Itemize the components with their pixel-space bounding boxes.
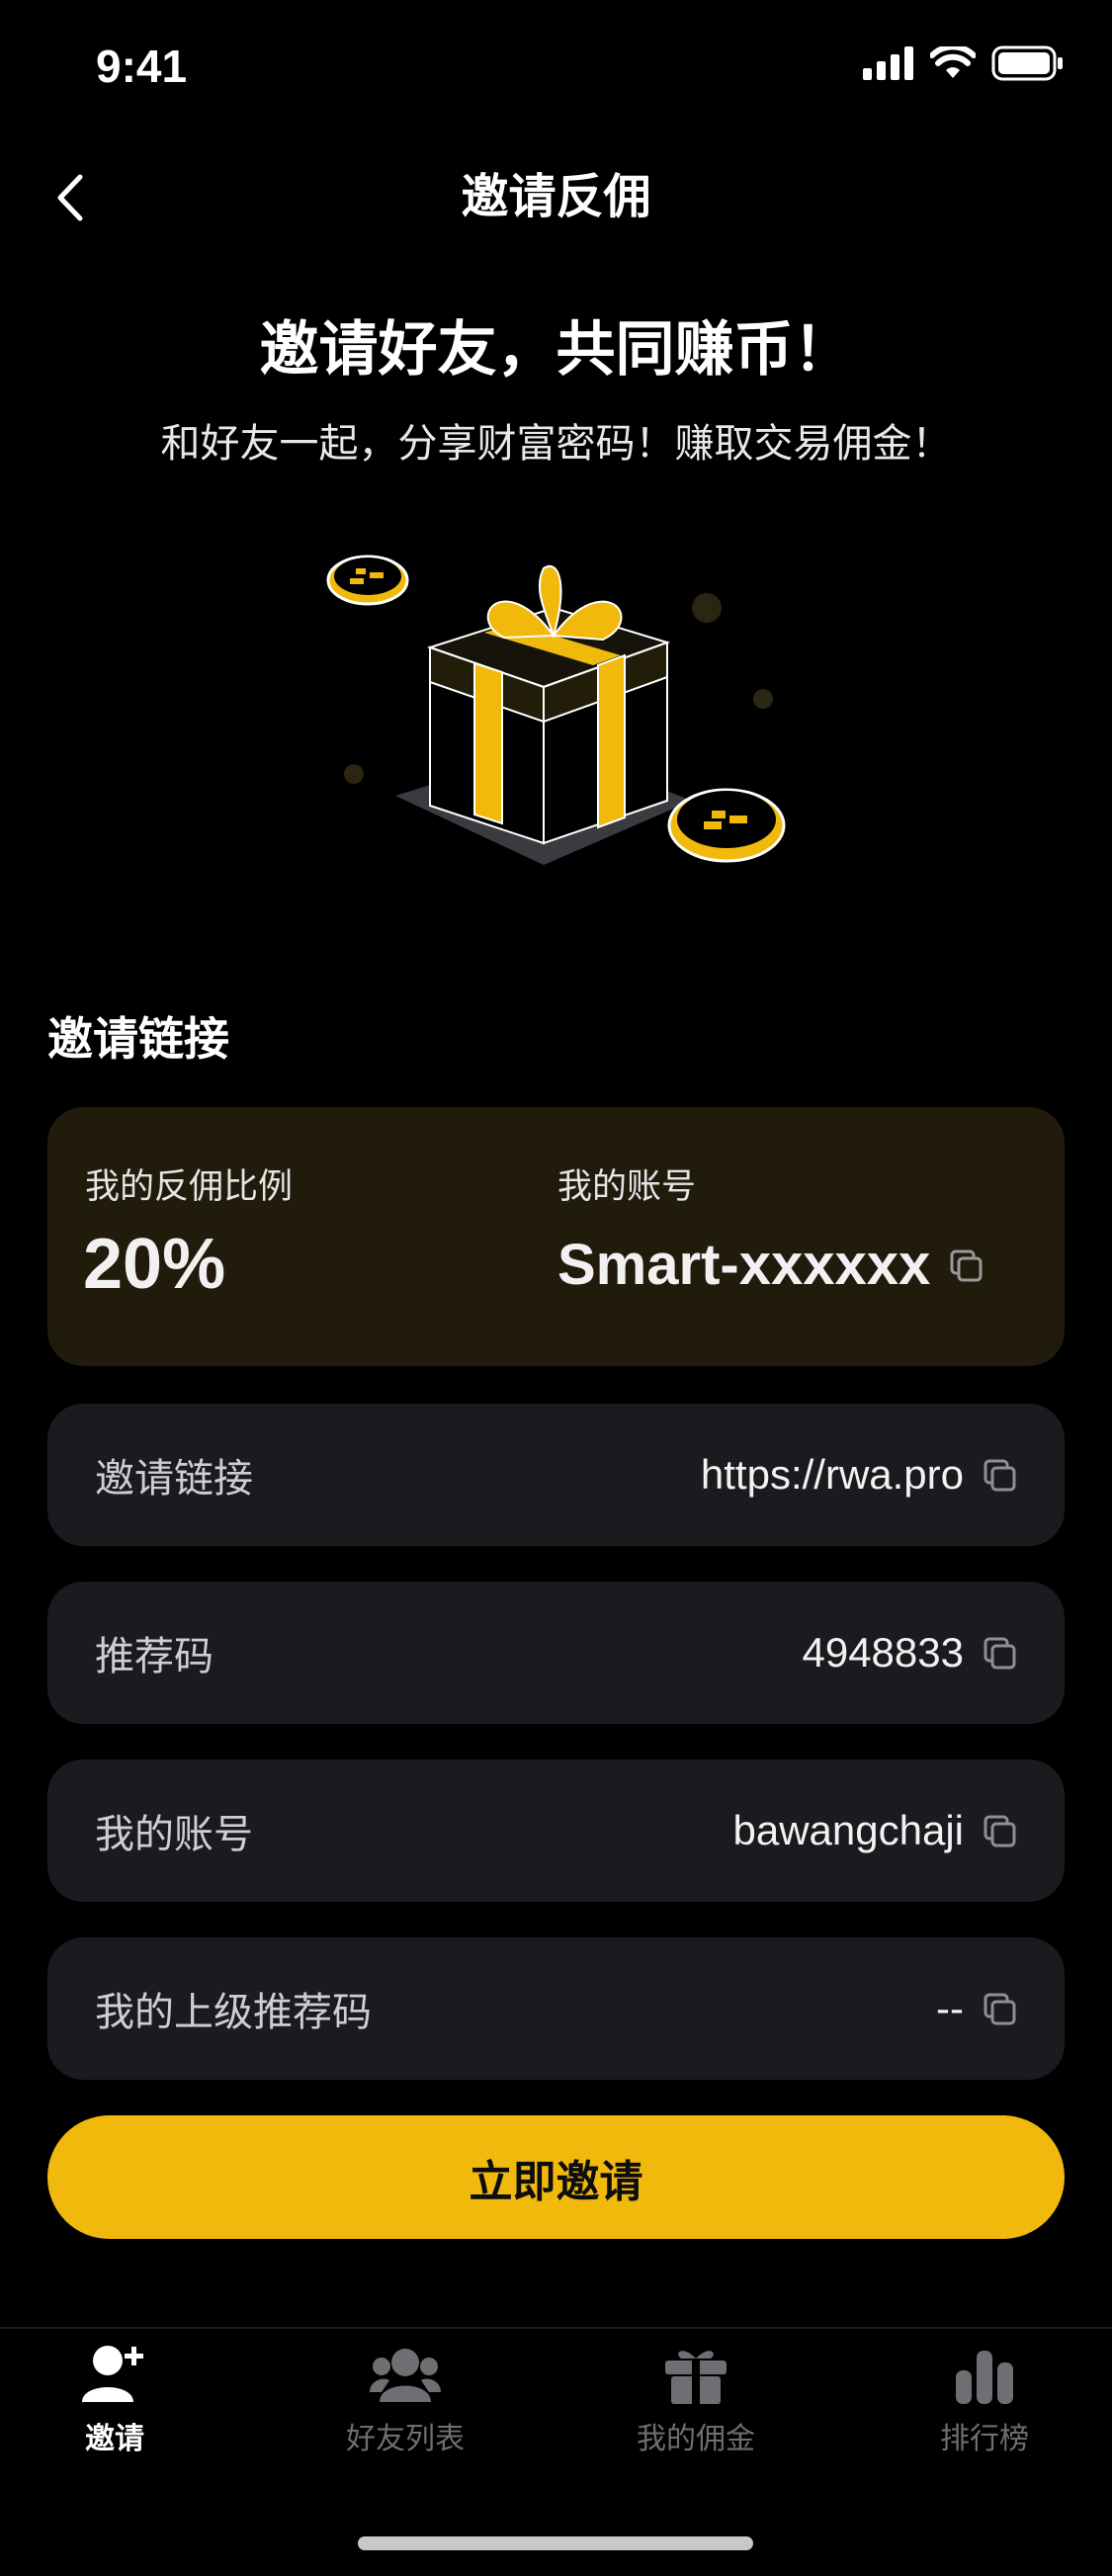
summary-card: 我的反佣比例 20% 我的账号 Smart-xxxxxx [47, 1107, 1065, 1366]
tab-invite[interactable]: 邀请 [16, 2343, 214, 2457]
bar-chart-icon [956, 2351, 1013, 2404]
account-label: 我的账号 [557, 1167, 697, 1206]
hero-headline: 邀请好友，共同赚币！ [259, 316, 853, 383]
tab-friends[interactable]: 好友列表 [306, 2343, 504, 2457]
page-title: 邀请反佣 [461, 171, 651, 223]
copy-icon[interactable] [982, 1991, 1017, 2026]
row-my-account: 我的账号 bawangchaji [47, 1760, 1065, 1902]
copy-icon[interactable] [982, 1635, 1017, 1671]
row-invite-link: 邀请链接 https://rwa.pro [47, 1404, 1065, 1546]
row-value: 4948833 [802, 1629, 964, 1675]
row-label: 我的上级推荐码 [95, 1991, 372, 2034]
tab-label: 我的佣金 [637, 2423, 755, 2455]
status-icons [863, 45, 1065, 81]
row-value: bawangchaji [732, 1807, 964, 1853]
section-title: 邀请链接 [47, 1013, 229, 1065]
invite-now-button[interactable]: 立即邀请 [47, 2115, 1065, 2239]
ratio-label: 我的反佣比例 [85, 1167, 294, 1206]
home-indicator [358, 2536, 753, 2550]
row-value: -- [936, 1985, 964, 2031]
row-label: 我的账号 [95, 1813, 253, 1856]
friends-icon [370, 2349, 441, 2402]
row-label: 推荐码 [95, 1635, 214, 1678]
tab-label: 排行榜 [940, 2423, 1029, 2455]
tab-label: 邀请 [85, 2423, 144, 2455]
signal-icon [863, 46, 913, 80]
copy-icon[interactable] [982, 1457, 1017, 1493]
user-plus-icon [82, 2346, 143, 2402]
row-value: https://rwa.pro [700, 1451, 964, 1498]
account-value: Smart-xxxxxx [557, 1233, 931, 1297]
row-referral-code: 推荐码 4948833 [47, 1582, 1065, 1724]
tab-commission[interactable]: 我的佣金 [597, 2343, 795, 2457]
gift-icon [665, 2351, 727, 2404]
status-time: 9:41 [96, 41, 188, 92]
copy-icon[interactable] [982, 1813, 1017, 1848]
hero-subline: 和好友一起，分享财富密码！赚取交易佣金！ [160, 422, 952, 466]
tab-label: 好友列表 [346, 2423, 465, 2455]
battery-icon [991, 45, 1063, 81]
wifi-icon [930, 46, 976, 78]
gift-illustration [326, 555, 786, 865]
row-upline-code: 我的上级推荐码 -- [47, 1937, 1065, 2080]
tab-leaderboard[interactable]: 排行榜 [886, 2343, 1083, 2457]
copy-icon[interactable] [948, 1247, 984, 1283]
ratio-value: 20% [83, 1225, 226, 1304]
account-value-group: Smart-xxxxxx [557, 1232, 984, 1298]
row-label: 邀请链接 [95, 1457, 253, 1501]
